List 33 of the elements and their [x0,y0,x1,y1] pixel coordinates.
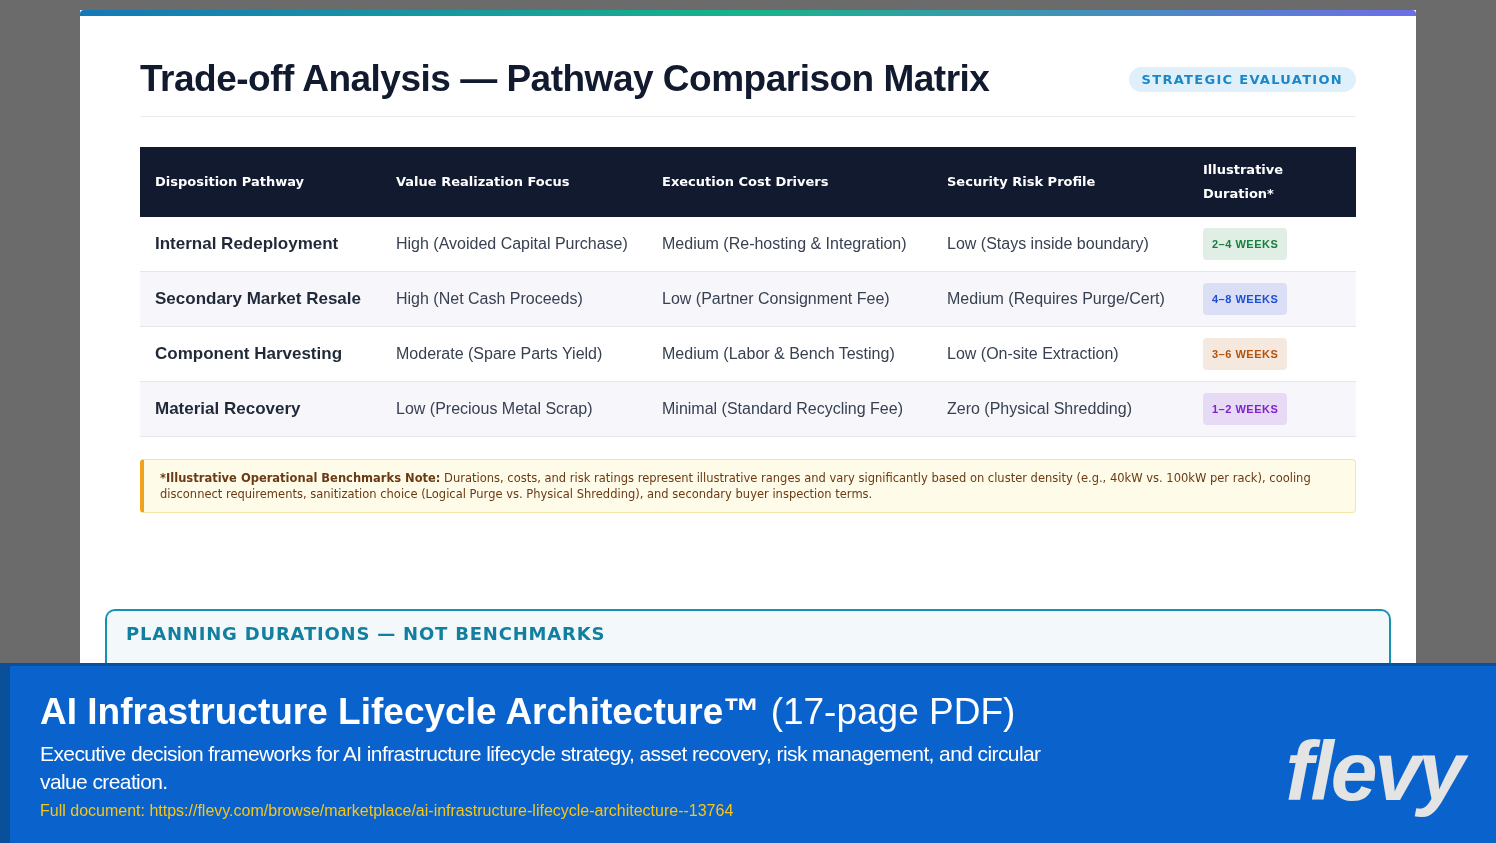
table-cell: Medium (Re-hosting & Integration) [647,217,932,272]
table-cell: High (Net Cash Proceeds) [381,271,647,327]
table-cell: Moderate (Spare Parts Yield) [381,326,647,382]
banner-description: Executive decision frameworks for AI infrastructure lifecycle strategy, asset recovery, risk management, and circular value creation. [40,741,1042,795]
section-heading: PLANNING DURATIONS — NOT BENCHMARKS [126,623,606,644]
table-cell: Secondary Market Resale [140,271,381,327]
table-cell: Component Harvesting [140,326,381,382]
benchmark-note: *Illustrative Operational Benchmarks Note: Durations, costs, and risk ratings represent illustrative ranges and vary significantly based on cluster density (e.g., 40kW vs. 100kW per rack), cooling disconnect requirements, sanitization choice (Logical Purge vs. Physical Shredding), and secondary buyer inspection terms. [140,459,1356,513]
table-cell: Low (On-site Extraction) [932,326,1188,382]
table-cell: Medium (Requires Purge/Cert) [932,271,1188,327]
table-cell: Low (Partner Consignment Fee) [647,271,932,327]
duration-badge: 2–4 WEEKS [1203,228,1288,260]
table-cell: Zero (Physical Shredding) [932,381,1188,437]
slide-title: Trade-off Analysis — Pathway Comparison Matrix [140,58,990,100]
table-cell: Low (Stays inside boundary) [932,217,1188,272]
table-cell: High (Avoided Capital Purchase) [381,217,647,272]
duration-badge: 3–6 WEEKS [1203,338,1288,370]
column-header: Illustrative Duration* [1188,147,1356,217]
column-header: Value Realization Focus [381,147,647,217]
duration-badge: 1–2 WEEKS [1203,393,1288,425]
table-cell: Medium (Labor & Bench Testing) [647,326,932,382]
column-header: Disposition Pathway [140,147,381,217]
table-cell: Minimal (Standard Recycling Fee) [647,381,932,437]
table-cell: Material Recovery [140,381,381,437]
section-tag: STRATEGIC EVALUATION [1128,66,1356,92]
brand-logo: flevy [1281,721,1476,822]
document-link[interactable]: Full document: https://flevy.com/browse/marketplace/ai-infrastructure-lifecycle-architecture--13764 [40,802,1060,820]
duration-badge: 4–8 WEEKS [1203,283,1288,315]
table-cell: Low (Precious Metal Scrap) [381,381,647,437]
banner-title: AI Infrastructure Lifecycle Architecture™ (17-page PDF) [40,690,1017,734]
table-cell: Internal Redeployment [140,217,381,272]
column-header: Security Risk Profile [932,147,1188,217]
column-header: Execution Cost Drivers [647,147,932,217]
